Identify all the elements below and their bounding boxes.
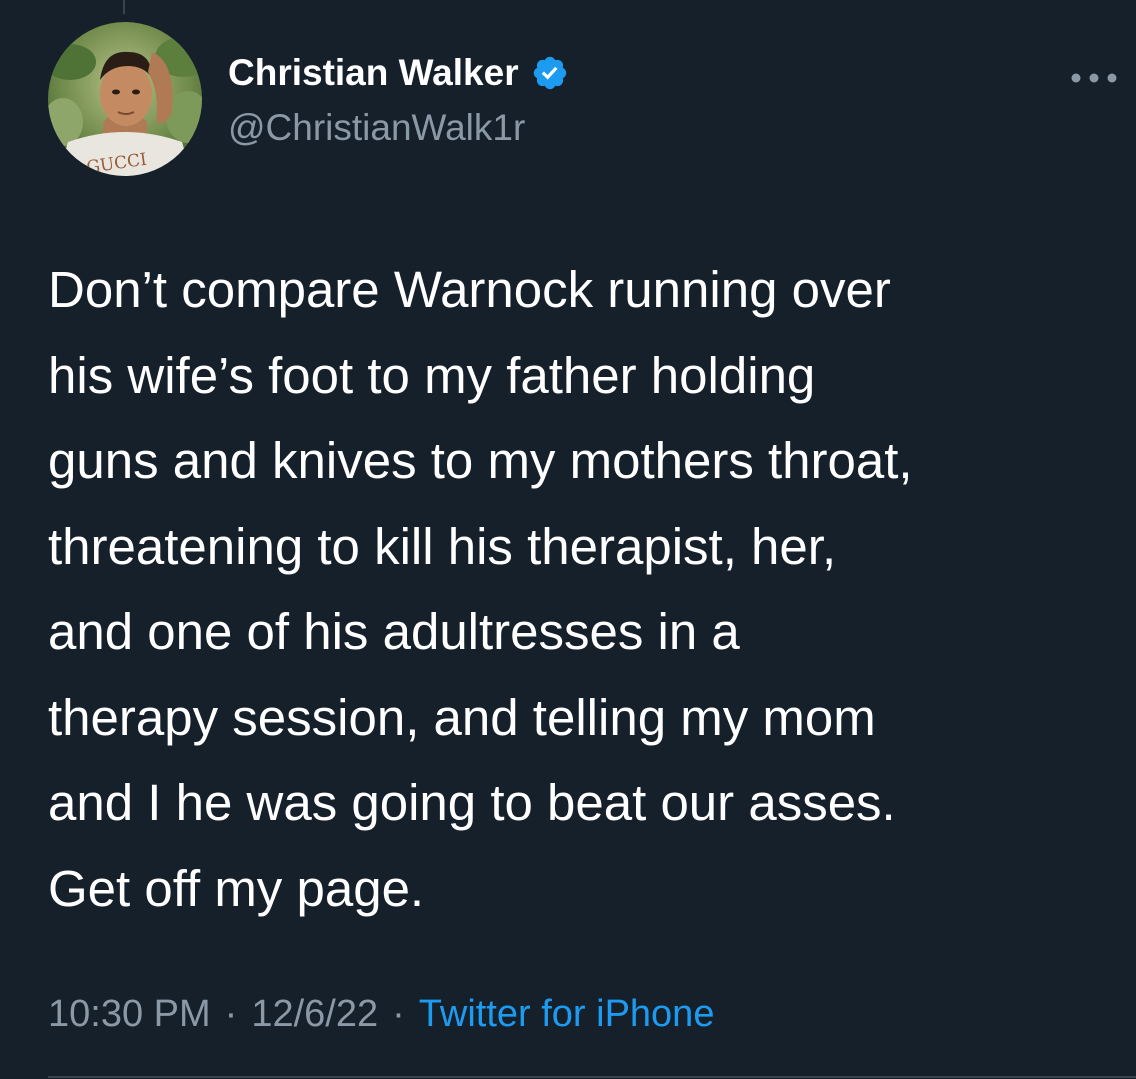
divider: [48, 1076, 1136, 1078]
avatar[interactable]: GUCCI: [48, 22, 202, 176]
tweet-text-line: guns and knives to my mothers throat,: [48, 432, 913, 489]
tweet-source-link[interactable]: Twitter for iPhone: [419, 993, 715, 1035]
tweet-text-line: and one of his adultresses in a: [48, 603, 740, 660]
tweet-text-line: threatening to kill his therapist, her,: [48, 517, 837, 575]
tweet-time[interactable]: 10:30 PM: [48, 993, 211, 1035]
meta-separator: ·: [224, 993, 238, 1035]
tweet-text: Don’t compare Warnock running over his w…: [48, 247, 1123, 931]
tweet: GUCCI Christian Walker @ChristianWalk1r: [0, 0, 1136, 1079]
tweet-text-line: Get off my page.: [48, 859, 425, 917]
author-handle[interactable]: @ChristianWalk1r: [228, 106, 525, 150]
tweet-metadata: 10:30 PM · 12/6/22 · Twitter for iPhone: [48, 988, 714, 1040]
more-horizontal-icon[interactable]: [1066, 66, 1122, 90]
verified-badge-icon: [531, 54, 569, 92]
tweet-text-line: and I he was going to beat our asses.: [48, 774, 896, 831]
tweet-text-line: Don’t compare Warnock running over: [48, 261, 891, 318]
tweet-text-line: therapy session, and telling my mom: [48, 688, 876, 746]
author-name-row: Christian Walker: [228, 51, 569, 95]
meta-separator: ·: [392, 993, 405, 1035]
profile-photo: GUCCI: [48, 22, 202, 176]
tweet-date[interactable]: 12/6/22: [251, 993, 378, 1035]
tweet-text-line: his wife’s foot to my father holding: [48, 346, 816, 404]
author-display-name[interactable]: Christian Walker: [228, 51, 519, 95]
